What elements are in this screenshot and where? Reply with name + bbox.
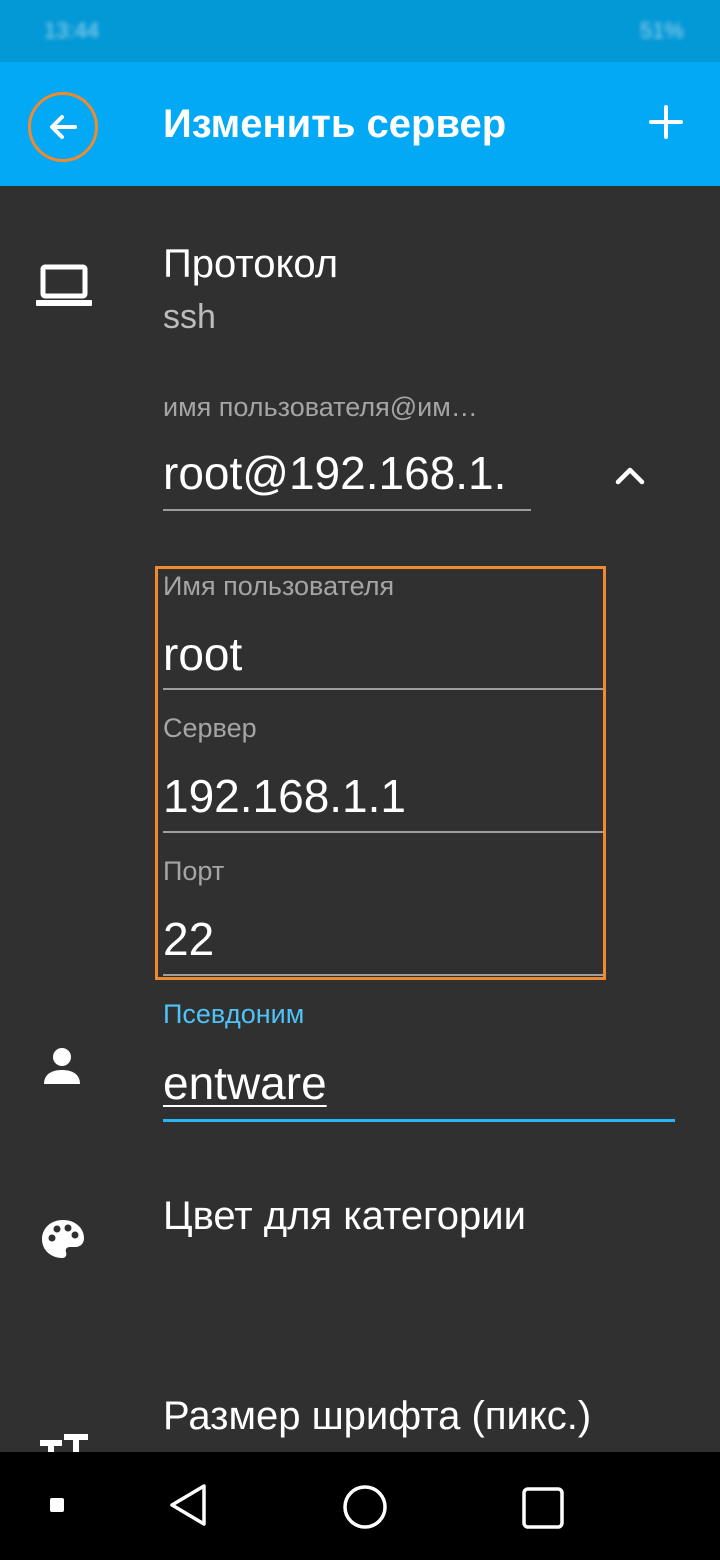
username-underline	[163, 688, 603, 690]
server-label: Сервер	[163, 713, 257, 743]
home-circle-icon[interactable]	[342, 1484, 388, 1530]
chevron-up-icon[interactable]	[612, 462, 648, 488]
plus-icon	[649, 105, 683, 139]
app-bar: Изменить сервер	[0, 62, 720, 186]
username-label: Имя пользователя	[163, 571, 395, 601]
alias-input[interactable]: entware	[163, 1056, 327, 1110]
protocol-label[interactable]: Протокол	[163, 240, 338, 288]
protocol-value: ssh	[163, 298, 216, 336]
back-triangle-icon[interactable]	[166, 1482, 210, 1528]
address-underline	[163, 509, 531, 511]
server-input[interactable]: 192.168.1.1	[163, 769, 406, 823]
address-hint: имя пользователя@им…	[163, 392, 478, 422]
server-underline	[163, 831, 603, 833]
page-title: Изменить сервер	[163, 102, 507, 146]
port-label: Порт	[163, 856, 225, 886]
recents-square-icon[interactable]	[521, 1486, 565, 1530]
category-color-label[interactable]: Цвет для категории	[163, 1192, 526, 1240]
port-underline	[163, 974, 603, 976]
alias-label: Псевдоним	[163, 999, 305, 1029]
navigation-bar	[0, 1452, 720, 1560]
square-small-icon[interactable]	[50, 1498, 64, 1512]
address-input[interactable]: root@192.168.1.	[163, 446, 506, 500]
username-input[interactable]: root	[163, 627, 242, 681]
person-icon	[44, 1048, 80, 1084]
add-button[interactable]	[638, 94, 694, 150]
status-bar: 13:44 51%	[0, 0, 720, 62]
text-size-icon	[40, 1434, 88, 1452]
arrow-left-icon	[50, 115, 77, 139]
font-size-label[interactable]: Размер шрифта (пикс.)	[163, 1392, 591, 1440]
palette-icon	[42, 1220, 84, 1258]
port-input[interactable]: 22	[163, 912, 214, 966]
back-button[interactable]	[28, 92, 98, 162]
laptop-icon	[36, 264, 92, 306]
status-battery: 51%	[639, 18, 684, 43]
status-time: 13:44	[44, 18, 100, 43]
alias-underline	[163, 1119, 675, 1122]
